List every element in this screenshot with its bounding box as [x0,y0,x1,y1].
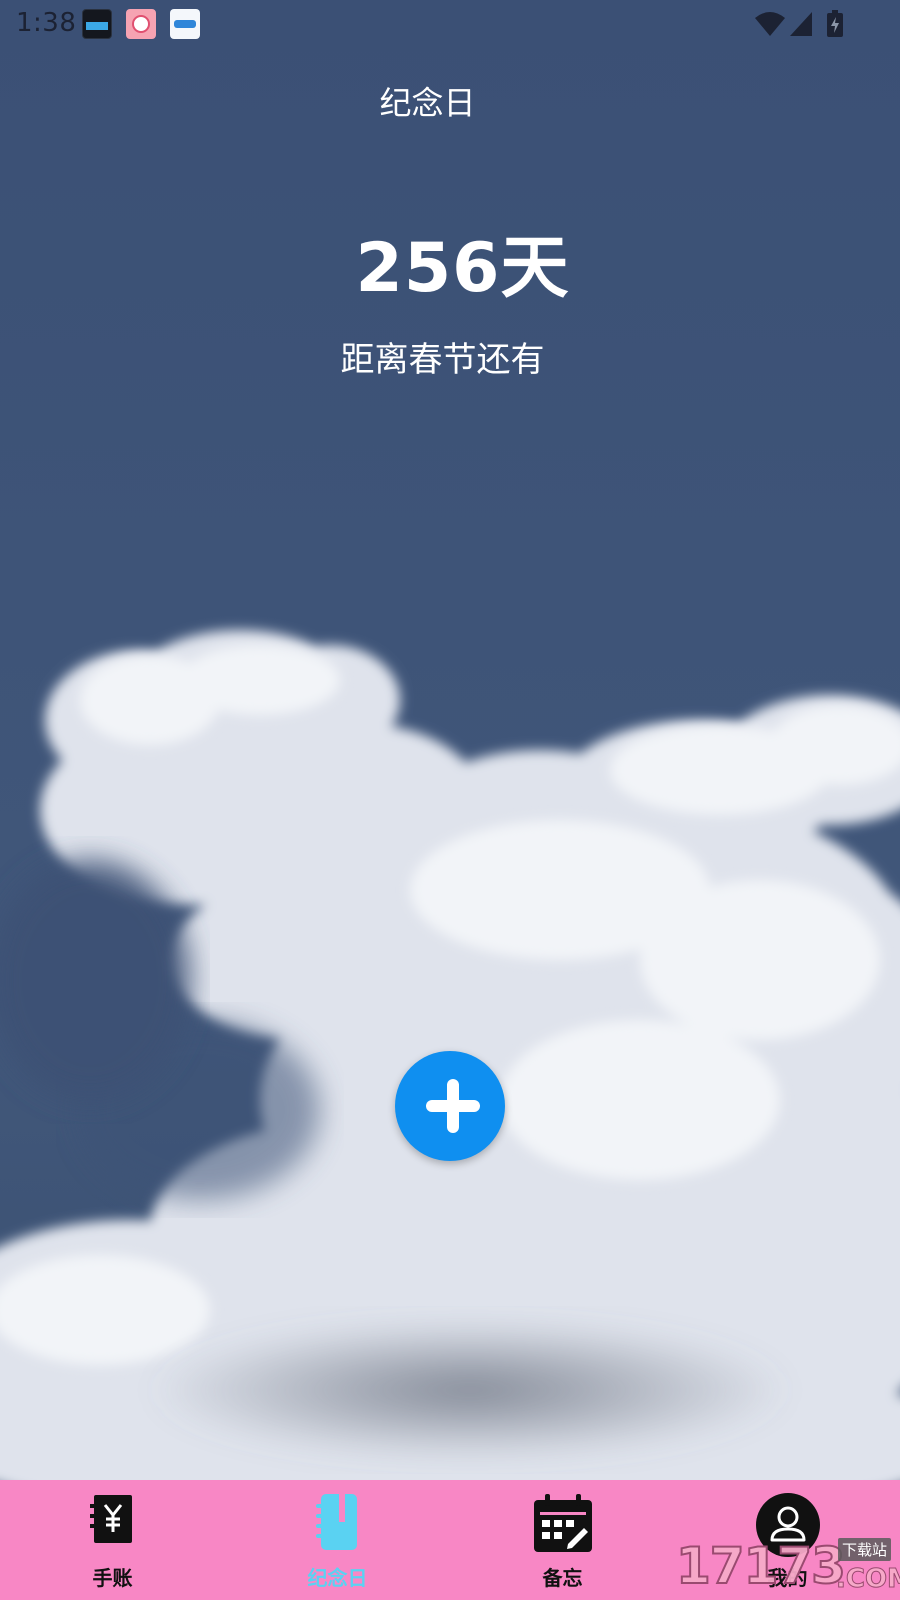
nav-label: 备忘 [542,1566,583,1590]
countdown-label: 距离春节还有 [340,340,545,380]
status-bar: 1:38 [0,0,900,50]
nav-item-wode[interactable]: 我的 [675,1480,900,1600]
nav-item-shouzhang[interactable]: 手账 [0,1480,225,1600]
app-notification-icon [126,9,156,39]
battery-charging-icon [827,10,843,37]
user-icon [755,1493,820,1557]
cellular-signal-icon [790,12,812,36]
wifi-icon [755,12,785,36]
status-time: 1:38 [16,8,77,38]
days-count: 256天 [355,229,570,308]
calendar-icon [533,1494,592,1552]
plus-icon [426,1079,480,1133]
add-anniversary-button[interactable] [395,1051,505,1161]
notebook-icon [315,1494,357,1550]
nav-item-beiwang[interactable]: 备忘 [450,1480,675,1600]
screen: 1:38 纪念日 256天 距离春节还有 手账 纪念日 备忘 我的 17173 … [0,0,900,1600]
nav-label: 纪念日 [307,1566,368,1590]
nav-label: 我的 [767,1566,808,1590]
yuan-notebook-icon [89,1495,132,1543]
nav-item-jinianri[interactable]: 纪念日 [225,1480,450,1600]
app-notification-icon [82,9,112,39]
bottom-nav: 手账 纪念日 备忘 我的 [0,1480,900,1600]
app-notification-icon [170,9,200,39]
page-title: 纪念日 [379,84,476,122]
nav-label: 手账 [92,1566,133,1590]
